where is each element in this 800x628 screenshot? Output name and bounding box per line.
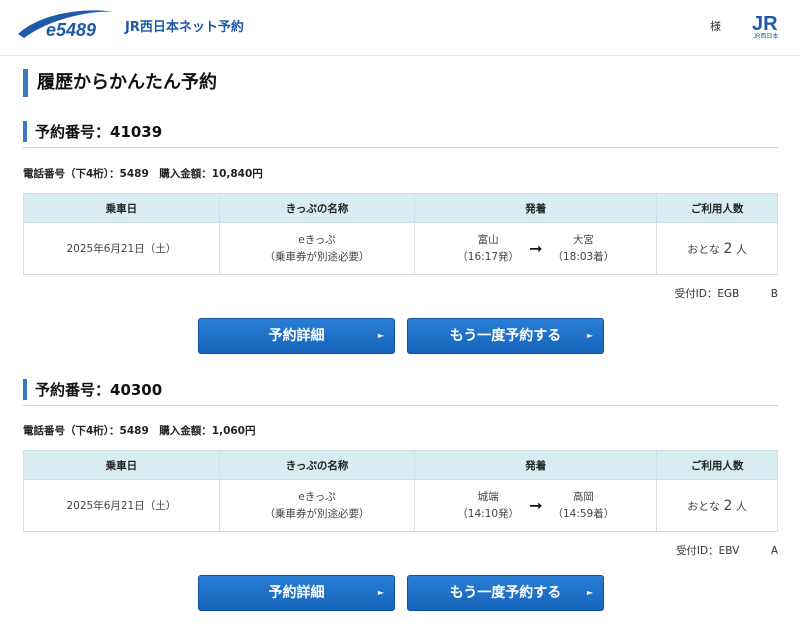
receipt-id: 受付ID：EGB B [674,288,778,300]
ticket-name-cell: eきっぷ （乗車券が別途必要） [218,222,416,275]
route-cell: 城端 （14:10発） ➞ 高岡 （14:59着） [414,479,658,532]
rebook-button[interactable]: もう一度予約する ► [407,575,604,611]
ticket-note: （乗車券が別途必要） [264,250,370,263]
header-passengers: ご利用人数 [656,193,778,223]
passenger-type: おとな [687,242,720,256]
button-label: もう一度予約する [449,328,562,344]
table-row: 2025年6月21日（土） eきっぷ （乗車券が別途必要） 城端 （14:10発… [23,479,778,532]
page-title: 履歴からかんたん予約 [23,69,217,97]
table-header-row: 乗車日 きっぷの名称 発着 ご利用人数 [23,450,778,480]
departure: 富山 （16:17発） [457,232,519,266]
passenger-count: おとな 2 人 [656,222,778,275]
heading-accent-bar [23,379,27,400]
receipt-id: 受付ID：EBV A [675,545,778,557]
table-row: 2025年6月21日（土） eきっぷ （乗車券が別途必要） 富山 （16:17発… [23,222,778,275]
reservation-detail-button[interactable]: 予約詳細 ► [198,318,395,354]
header-ticket-name: きっぷの名称 [218,193,416,223]
ticket-name-cell: eきっぷ （乗車券が別途必要） [218,479,416,532]
table-header-row: 乗車日 きっぷの名称 発着 ご利用人数 [23,193,778,223]
site-header: e5489 JR西日本ネット予約 様 JR JR西日本 [0,0,800,56]
svg-text:JR西日本: JR西日本 [753,32,778,40]
jr-west-logo[interactable]: JR JR西日本 [750,10,788,40]
route-cell: 富山 （16:17発） ➞ 大宮 （18:03着） [414,222,658,275]
arrival-station: 大宮 [572,233,594,246]
reservation-number: 予約番号：41039 [35,123,163,141]
passenger-number: 2 [723,240,733,257]
arrival-time: （18:03着） [552,250,615,263]
button-label: もう一度予約する [449,585,562,601]
departure-time: （16:17発） [457,250,520,263]
header-ride-date: 乗車日 [23,450,220,480]
arrow-right-icon: ➞ [529,239,543,258]
passenger-number: 2 [723,497,733,514]
arrow-right-icon: ➞ [529,496,543,515]
departure: 城端 （14:10発） [457,489,519,523]
passenger-unit: 人 [735,499,747,513]
departure-station: 富山 [477,233,499,246]
reservation-heading: 予約番号：40300 [23,378,778,406]
reservation-table: 乗車日 きっぷの名称 発着 ご利用人数 2025年6月21日（土） eきっぷ （… [23,193,778,275]
departure-time: （14:10発） [457,507,520,520]
rebook-button[interactable]: もう一度予約する ► [407,318,604,354]
user-honorific: 様 [710,20,721,33]
heading-accent-bar [23,121,27,142]
reservation-table: 乗車日 きっぷの名称 発着 ご利用人数 2025年6月21日（土） eきっぷ （… [23,450,778,532]
svg-text:e5489: e5489 [46,20,96,40]
triangle-right-icon: ► [377,331,384,340]
e5489-logo[interactable]: e5489 [14,8,118,42]
arrival-time: （14:59着） [552,507,615,520]
button-label: 予約詳細 [268,328,325,344]
header-ticket-name: きっぷの名称 [218,450,416,480]
triangle-right-icon: ► [586,331,593,340]
reservation-detail-button[interactable]: 予約詳細 ► [198,575,395,611]
reservation-heading: 予約番号：41039 [23,120,778,148]
passenger-unit: 人 [735,242,747,256]
reservation-number: 予約番号：40300 [35,381,163,399]
triangle-right-icon: ► [377,588,384,597]
button-label: 予約詳細 [268,585,325,601]
header-route: 発着 [414,193,658,223]
header-passengers: ご利用人数 [656,450,778,480]
arrival: 大宮 （18:03着） [552,232,614,266]
departure-station: 城端 [477,490,499,503]
ticket-name: eきっぷ [298,490,336,503]
reservation-info: 電話番号（下4桁）：5489 購入金額：1,060円 [23,425,256,437]
passenger-count: おとな 2 人 [656,479,778,532]
site-brand-title: JR西日本ネット予約 [125,20,244,35]
svg-text:JR: JR [752,13,778,35]
passenger-type: おとな [687,499,720,513]
ticket-note: （乗車券が別途必要） [264,507,370,520]
ticket-name: eきっぷ [298,233,336,246]
header-route: 発着 [414,450,658,480]
ride-date: 2025年6月21日（土） [23,222,220,275]
arrival-station: 高岡 [572,490,594,503]
ride-date: 2025年6月21日（土） [23,479,220,532]
triangle-right-icon: ► [586,588,593,597]
header-ride-date: 乗車日 [23,193,220,223]
arrival: 高岡 （14:59着） [552,489,614,523]
reservation-info: 電話番号（下4桁）：5489 購入金額：10,840円 [23,168,263,180]
